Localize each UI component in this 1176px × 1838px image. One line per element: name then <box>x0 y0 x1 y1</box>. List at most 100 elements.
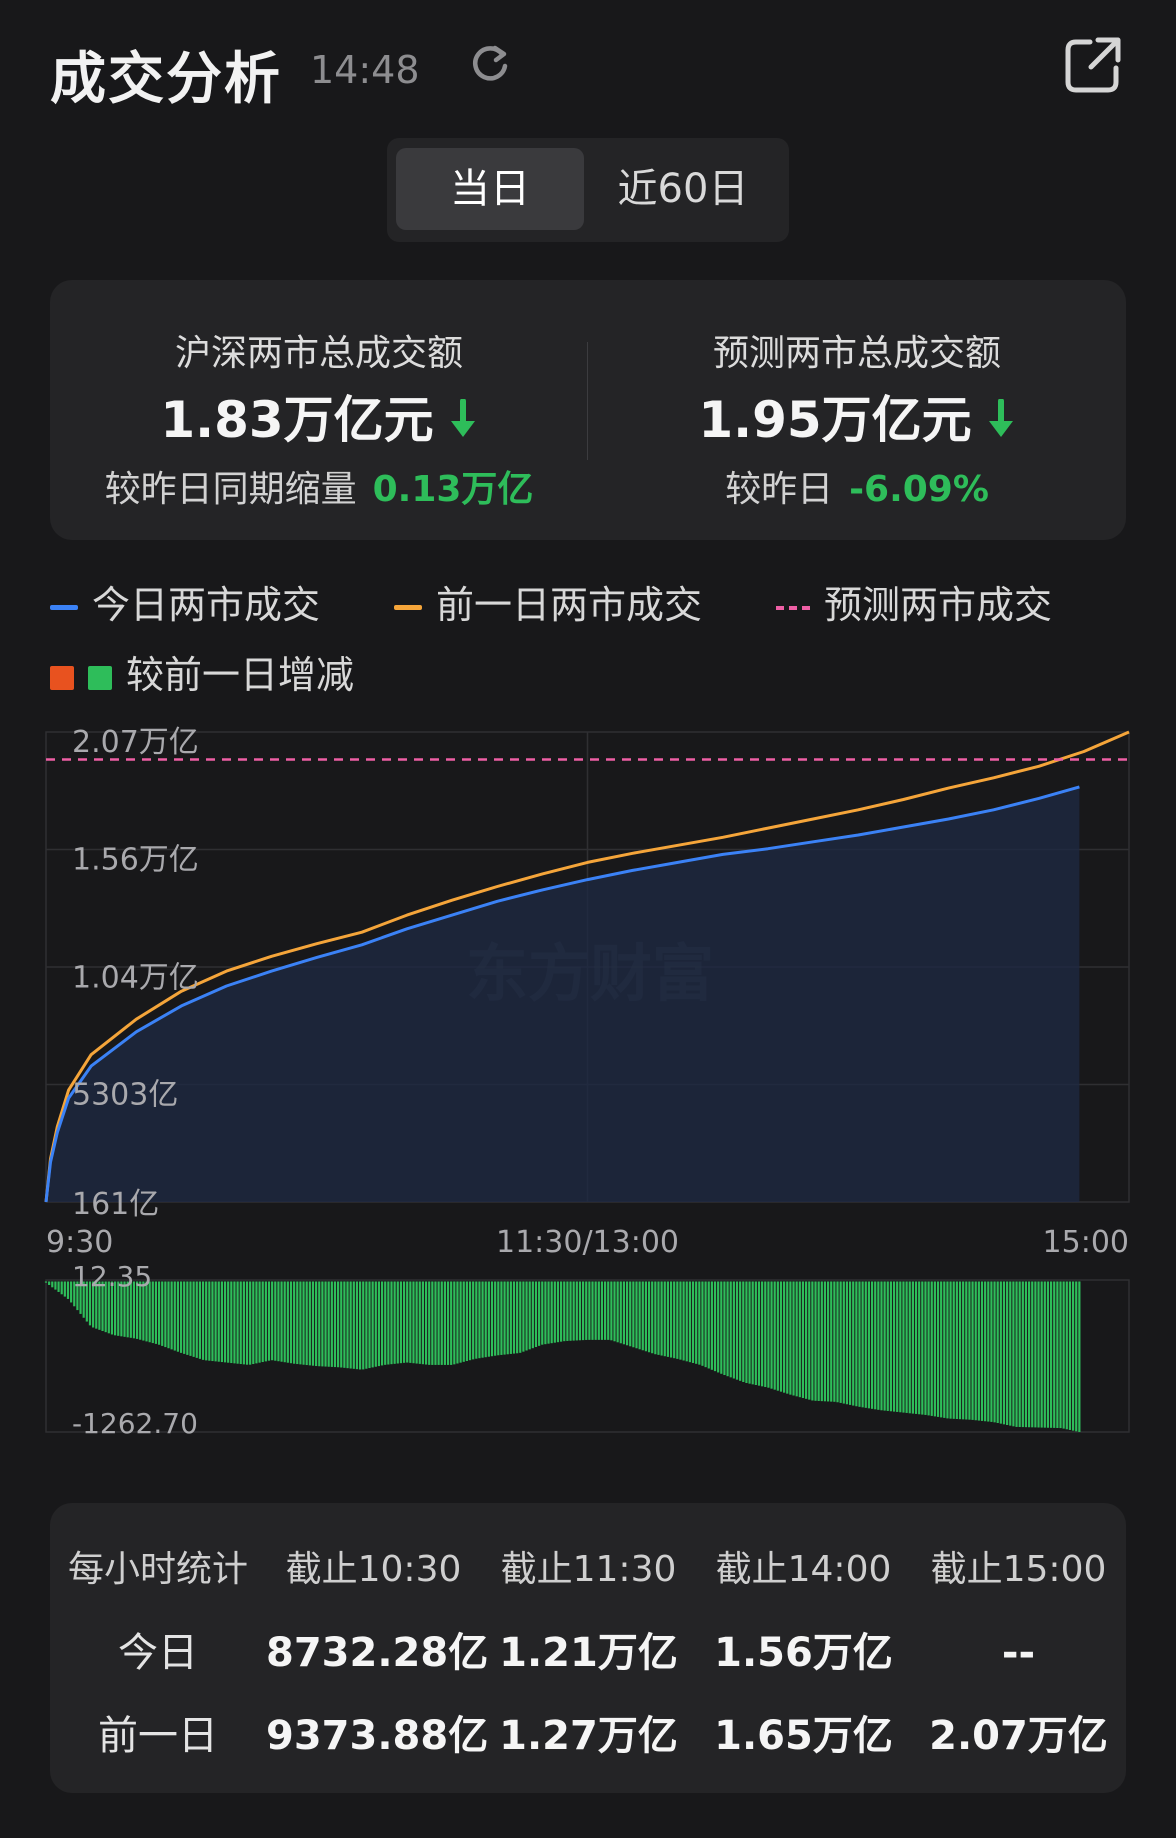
diff-bar <box>362 1281 365 1370</box>
diff-bar <box>393 1281 396 1364</box>
diff-bar <box>861 1281 864 1408</box>
diff-bar <box>553 1281 556 1343</box>
diff-bar <box>186 1281 189 1355</box>
diff-bar <box>1012 1281 1015 1427</box>
diff-bar <box>478 1281 481 1359</box>
diff-bar <box>418 1281 421 1364</box>
diff-bar <box>1059 1281 1062 1429</box>
diff-bar <box>286 1281 289 1363</box>
diff-bar <box>801 1281 805 1398</box>
diff-bar <box>346 1281 349 1369</box>
diff-bar <box>783 1281 786 1393</box>
legend-label: 前一日两市成交 <box>436 583 703 627</box>
diff-bar <box>453 1281 456 1365</box>
diff-bar <box>468 1281 472 1361</box>
diff-bar <box>748 1281 751 1384</box>
diff-bar <box>695 1281 698 1364</box>
diff-bar <box>252 1281 255 1365</box>
diff-bar <box>591 1281 594 1340</box>
diff-bar <box>673 1281 676 1359</box>
diff-bar <box>933 1281 936 1417</box>
legend-item-diff[interactable]: 较前一日增减 <box>50 650 354 700</box>
arrow-down-icon <box>986 395 1016 453</box>
diff-bar <box>220 1281 223 1363</box>
diff-bar <box>996 1281 999 1423</box>
diff-bar <box>1056 1281 1059 1428</box>
diff-bar <box>500 1281 503 1355</box>
y-tick-label: 161亿 <box>72 1187 159 1222</box>
diff-bar <box>798 1281 801 1398</box>
diff-bar <box>236 1281 239 1364</box>
diff-bar <box>547 1281 550 1344</box>
diff-bar <box>786 1281 789 1394</box>
forecast-turnover-label: 预测两市总成交额 <box>712 333 1001 374</box>
diff-bar <box>161 1281 164 1346</box>
diff-bar <box>616 1281 619 1343</box>
diff-bar <box>377 1281 381 1367</box>
diff-bar <box>723 1281 726 1376</box>
diff-bar <box>208 1281 211 1361</box>
diff-bar <box>528 1281 531 1350</box>
diff-bar <box>735 1281 739 1380</box>
diff-bar <box>657 1281 660 1355</box>
diff-bar <box>971 1281 974 1420</box>
legend-item-prev[interactable]: 前一日两市成交 <box>394 580 702 630</box>
diff-bar <box>622 1281 626 1345</box>
diff-bar <box>773 1281 776 1390</box>
legend-item-today[interactable]: 今日两市成交 <box>50 580 320 630</box>
diff-bar <box>666 1281 669 1357</box>
diff-bar <box>437 1281 440 1365</box>
legend-label: 较前一日增减 <box>126 653 355 697</box>
diff-bar <box>371 1281 374 1368</box>
diff-bar <box>446 1281 450 1365</box>
diff-bar <box>412 1281 415 1364</box>
diff-bar <box>327 1281 330 1367</box>
diff-bar <box>556 1281 560 1343</box>
legend-item-forecast[interactable]: 预测两市成交 <box>776 580 1052 630</box>
turnover-chart[interactable]: 东方财富2.07万亿1.56万亿1.04万亿5303亿161亿9:3011:30… <box>0 720 1176 1450</box>
compare-label: 较昨日 <box>725 469 834 510</box>
tab-today[interactable]: 当日 <box>396 148 584 230</box>
diff-bar <box>324 1281 327 1367</box>
forecast-turnover-section: 预测两市总成交额 1.95万亿元 较昨日 -6.09% <box>588 280 1126 540</box>
stats-row-prev: 前一日 9373.88亿 1.27万亿 1.65万亿 2.07万亿 <box>50 1706 1126 1766</box>
diff-bar <box>965 1281 968 1420</box>
diff-bar <box>914 1281 918 1414</box>
refresh-icon[interactable] <box>468 42 512 86</box>
diff-bar <box>525 1281 528 1351</box>
diff-bar <box>814 1281 817 1401</box>
legend-swatch <box>776 605 810 610</box>
diff-bar <box>368 1281 371 1369</box>
diff-bar <box>902 1281 905 1413</box>
diff-bar <box>249 1281 252 1365</box>
diff-bar <box>632 1281 635 1348</box>
diff-bar <box>949 1281 952 1419</box>
diff-bar <box>434 1281 437 1365</box>
diff-bar <box>795 1281 798 1397</box>
tab-60-days[interactable]: 近60日 <box>589 148 777 230</box>
diff-bar <box>63 1281 66 1297</box>
y-tick-label: 1.04万亿 <box>72 961 199 996</box>
diff-bar <box>980 1281 984 1421</box>
diff-bar <box>261 1281 264 1363</box>
diff-bar <box>726 1281 729 1377</box>
diff-bar <box>654 1281 657 1355</box>
diff-bar <box>836 1281 839 1403</box>
diff-bar <box>60 1281 63 1295</box>
stats-cell: 8732.28亿 <box>266 1630 489 1676</box>
diff-bar <box>487 1281 490 1357</box>
diff-bar <box>600 1281 604 1340</box>
diff-bar <box>848 1281 852 1405</box>
diff-bar <box>1075 1281 1078 1432</box>
diff-bar <box>588 1281 591 1340</box>
diff-bar <box>839 1281 842 1403</box>
diff-bar <box>239 1281 242 1365</box>
diff-bar <box>729 1281 732 1378</box>
diff-bar <box>739 1281 742 1381</box>
forecast-turnover-value-row: 1.95万亿元 <box>588 380 1126 453</box>
diff-bar <box>987 1281 990 1422</box>
diff-bar <box>44 1281 48 1283</box>
forecast-turnover-value: 1.95万亿元 <box>698 391 972 449</box>
external-link-icon[interactable] <box>1060 32 1126 98</box>
diff-bar <box>918 1281 921 1415</box>
